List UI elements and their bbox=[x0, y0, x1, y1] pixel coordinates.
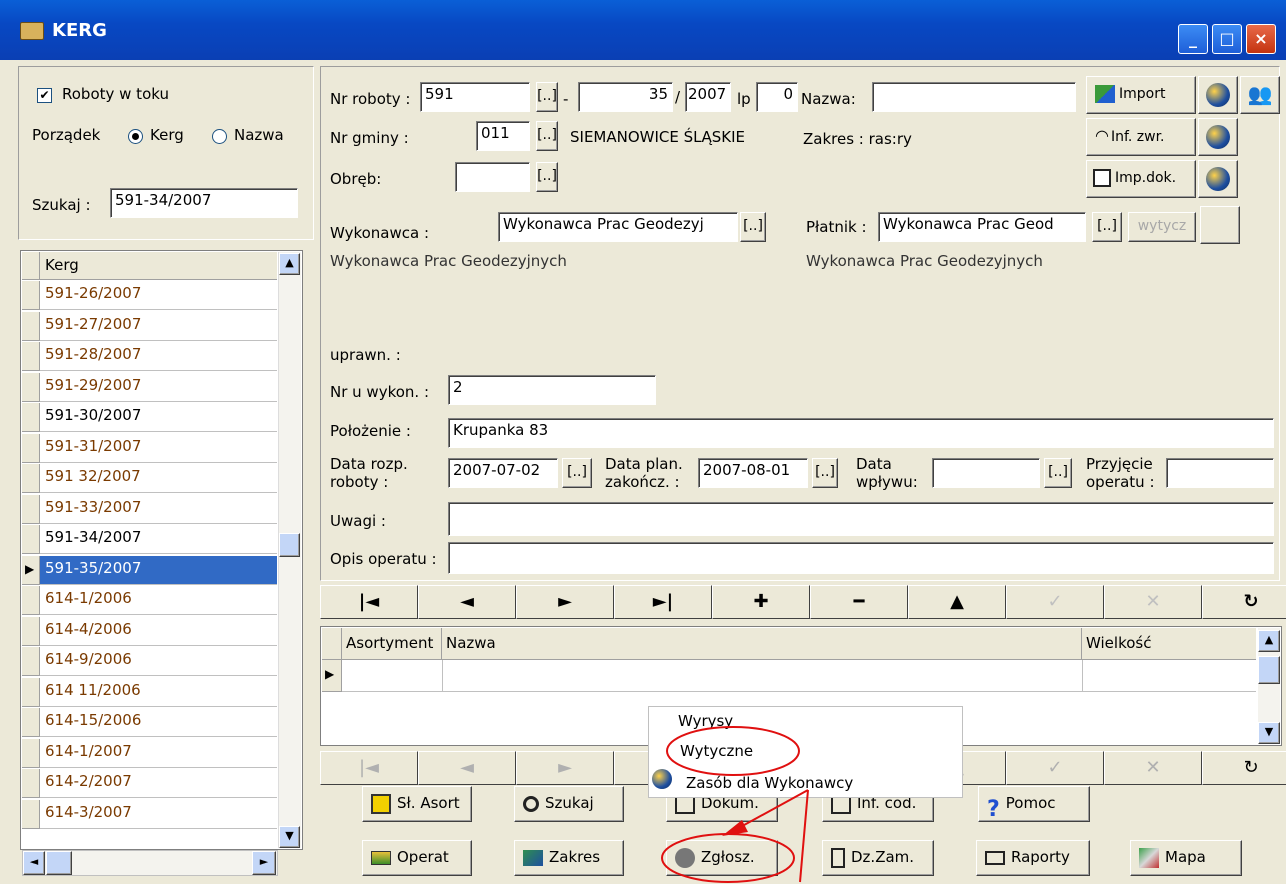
annotation-circle-wytyczne bbox=[666, 726, 800, 776]
annotation-arrow-head bbox=[722, 820, 748, 836]
annotation-arrow-line bbox=[734, 789, 809, 831]
annotation-line bbox=[799, 789, 809, 883]
annotation-circle-zglosz bbox=[661, 833, 795, 883]
annotation-overlay bbox=[661, 726, 809, 883]
